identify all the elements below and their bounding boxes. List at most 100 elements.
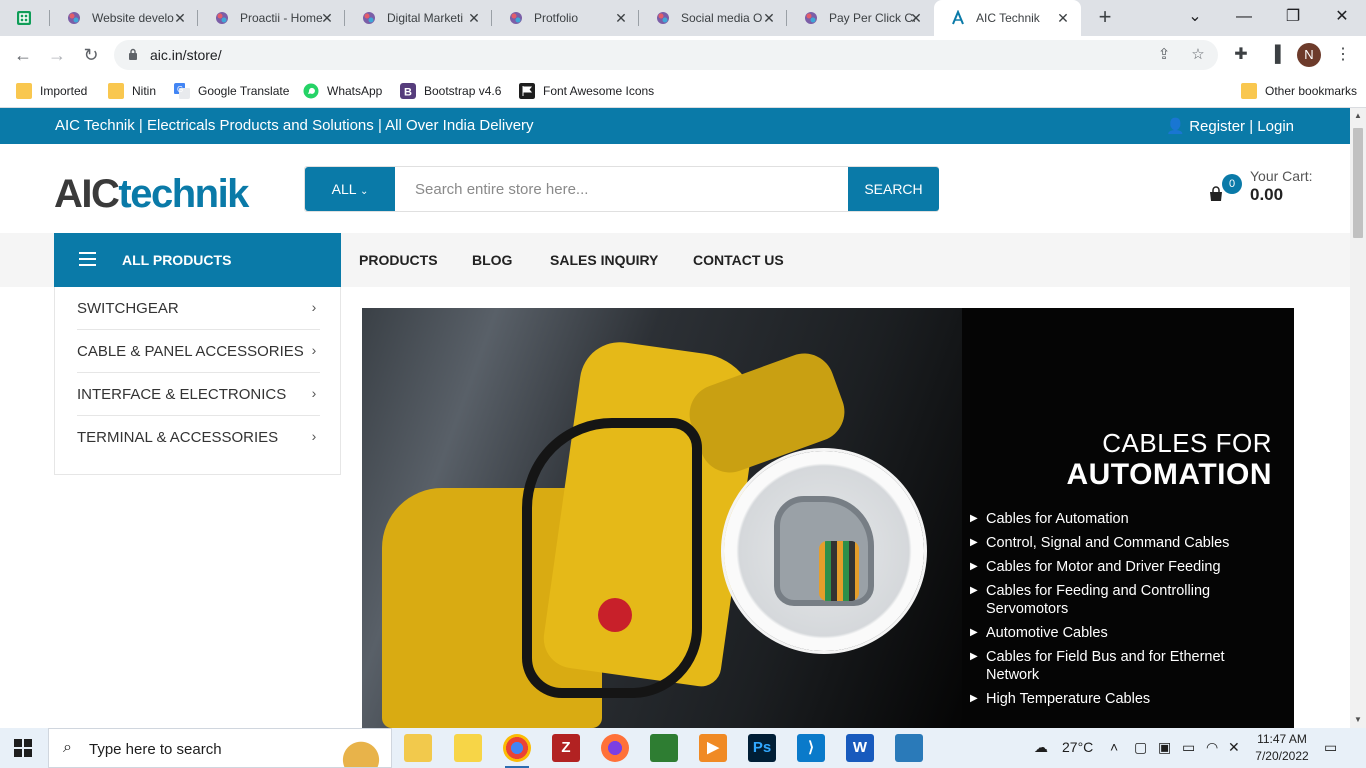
category-dropdown[interactable]: ALL ⌄	[305, 167, 395, 211]
battery-icon[interactable]: ▭	[1182, 739, 1195, 756]
cart-widget[interactable]: 0 Your Cart: 0.00	[1208, 168, 1328, 212]
word-icon[interactable]: W	[846, 734, 874, 762]
site-icon	[510, 12, 522, 24]
vscode-icon[interactable]: ⟩	[797, 734, 825, 762]
weather-temperature[interactable]: 27°C	[1062, 739, 1093, 755]
tab-social-media[interactable]: Social media O ✕	[639, 0, 787, 36]
notification-icon[interactable]: ▭	[1324, 739, 1337, 756]
close-icon[interactable]: ✕	[466, 10, 482, 26]
tab-search-icon[interactable]: ⌄	[1181, 4, 1209, 30]
url-text[interactable]: aic.in/store/	[150, 47, 222, 63]
profile-avatar[interactable]: N	[1297, 43, 1321, 67]
logo-part-aic: AIC	[54, 172, 120, 216]
scroll-up-arrow-icon[interactable]: ▲	[1350, 108, 1366, 124]
restore-button[interactable]: ❐	[1279, 4, 1307, 30]
tab-proactii-home[interactable]: Proactii - Home ✕	[198, 0, 345, 36]
sticky-notes-icon[interactable]	[454, 734, 482, 762]
bookmark-bootstrap[interactable]: B Bootstrap v4.6	[400, 82, 501, 100]
tab-website-develo[interactable]: Website develo ✕	[50, 0, 198, 36]
search-input[interactable]	[401, 167, 845, 211]
wifi-icon[interactable]: ◠	[1206, 739, 1218, 756]
page-scrollbar[interactable]: ▲ ▼	[1350, 108, 1366, 728]
tab-title: Protfolio	[534, 11, 579, 25]
app-tray-icon[interactable]: ▣	[1158, 739, 1171, 756]
nav-contact-us[interactable]: CONTACT US	[693, 252, 784, 268]
other-bookmarks-label: Other bookmarks	[1265, 84, 1358, 98]
tab-sheets[interactable]	[0, 0, 50, 36]
robot-red-cap	[598, 598, 632, 632]
system-clock[interactable]: 11:47 AM 7/20/2022	[1250, 731, 1314, 765]
category-switchgear[interactable]: SWITCHGEAR ›	[77, 287, 320, 330]
cart-label: Your Cart:	[1250, 168, 1313, 184]
close-icon[interactable]: ✕	[761, 10, 777, 26]
register-link[interactable]: Register	[1189, 118, 1245, 135]
filezilla-icon[interactable]: Z	[552, 734, 580, 762]
nav-blog[interactable]: BLOG	[472, 252, 512, 268]
close-icon[interactable]: ✕	[613, 10, 629, 26]
bookmark-font-awesome[interactable]: Font Awesome Icons	[519, 82, 654, 100]
site-topbar: AIC Technik | Electricals Products and S…	[0, 108, 1350, 144]
all-products-button[interactable]: ALL PRODUCTS	[54, 233, 341, 287]
side-panel-icon[interactable]: ▐	[1264, 44, 1286, 66]
scrollbar-thumb[interactable]	[1353, 128, 1363, 238]
windows-start-icon[interactable]	[14, 739, 32, 757]
spreadsheet-app-icon[interactable]	[650, 734, 678, 762]
extensions-icon[interactable]: ✚	[1230, 44, 1252, 66]
close-icon[interactable]: ✕	[172, 10, 188, 26]
bookmark-label: Nitin	[132, 84, 157, 98]
clock-time: 11:47 AM	[1257, 732, 1307, 746]
volume-muted-icon[interactable]: ✕	[1228, 739, 1240, 756]
tab-aic-technik[interactable]: AIC Technik ✕	[934, 0, 1081, 36]
show-hidden-icons-icon[interactable]: ˄	[1110, 739, 1118, 755]
site-icon	[216, 12, 228, 24]
weather-icon[interactable]: ☁	[1034, 739, 1048, 756]
media-player-icon[interactable]: ▶	[699, 734, 727, 762]
nav-sales-inquiry[interactable]: SALES INQUIRY	[550, 252, 658, 268]
bookmark-imported[interactable]: Imported	[16, 82, 87, 100]
cart-amount: 0.00	[1250, 185, 1284, 204]
category-interface-electronics[interactable]: INTERFACE & ELECTRONICS ›	[77, 373, 320, 416]
category-cable-panel-accessories[interactable]: CABLE & PANEL ACCESSORIES ›	[77, 330, 320, 373]
share-icon[interactable]: ⇪	[1154, 45, 1174, 65]
forward-button[interactable]: →	[44, 42, 70, 68]
photos-icon[interactable]	[895, 734, 923, 762]
close-icon[interactable]: ✕	[908, 10, 924, 26]
font-awesome-flag-icon	[519, 83, 535, 99]
firefox-icon[interactable]	[601, 734, 629, 762]
bookmark-google-translate[interactable]: G Google Translate	[174, 82, 289, 100]
site-logo[interactable]: AICtechnik	[54, 172, 249, 217]
tab-digital-marketi[interactable]: Digital Marketi ✕	[345, 0, 492, 36]
hero-banner[interactable]: CABLES FOR AUTOMATION Cables for Automat…	[362, 308, 1294, 728]
login-link[interactable]: Login	[1257, 118, 1294, 135]
close-icon[interactable]: ✕	[1055, 10, 1071, 26]
menu-kebab-icon[interactable]: ⋮	[1332, 44, 1354, 66]
tab-protfolio[interactable]: Protfolio ✕	[492, 0, 639, 36]
banner-bullet: Control, Signal and Command Cables	[970, 534, 1270, 552]
taskbar-search-box[interactable]: ⌕ Type here to search	[48, 728, 392, 768]
bookmark-whatsapp[interactable]: WhatsApp	[303, 82, 382, 100]
minimize-button[interactable]: —	[1230, 4, 1258, 30]
scroll-down-arrow-icon[interactable]: ▼	[1350, 712, 1366, 728]
reload-button[interactable]: ↻	[78, 42, 104, 68]
bookmark-star-icon[interactable]: ☆	[1188, 45, 1208, 65]
photoshop-icon[interactable]: Ps	[748, 734, 776, 762]
nav-products[interactable]: PRODUCTS	[359, 252, 438, 268]
back-button[interactable]: ←	[10, 42, 36, 68]
tab-pay-per-click[interactable]: Pay Per Click Ca ✕	[787, 0, 934, 36]
other-bookmarks[interactable]: Other bookmarks	[1241, 82, 1357, 100]
category-terminal-accessories[interactable]: TERMINAL & ACCESSORIES ›	[77, 416, 320, 459]
category-dropdown-label: ALL	[331, 181, 357, 197]
address-bar[interactable]: aic.in/store/ ⇪ ☆	[114, 40, 1218, 70]
category-label: CABLE & PANEL ACCESSORIES	[77, 343, 304, 360]
close-window-button[interactable]: ✕	[1328, 4, 1356, 30]
file-explorer-icon[interactable]	[404, 734, 432, 762]
meet-now-icon[interactable]: ▢	[1134, 739, 1147, 756]
windows-taskbar: ⌕ Type here to search Z ▶ Ps ⟩ W ☁ 27°C …	[0, 728, 1366, 768]
whatsapp-icon	[303, 83, 319, 99]
bookmark-label: Imported	[40, 84, 88, 98]
chrome-icon[interactable]	[503, 734, 531, 768]
search-button[interactable]: SEARCH	[848, 167, 939, 211]
close-icon[interactable]: ✕	[319, 10, 335, 26]
new-tab-button[interactable]: +	[1094, 6, 1116, 28]
bookmark-nitin[interactable]: Nitin	[108, 82, 156, 100]
